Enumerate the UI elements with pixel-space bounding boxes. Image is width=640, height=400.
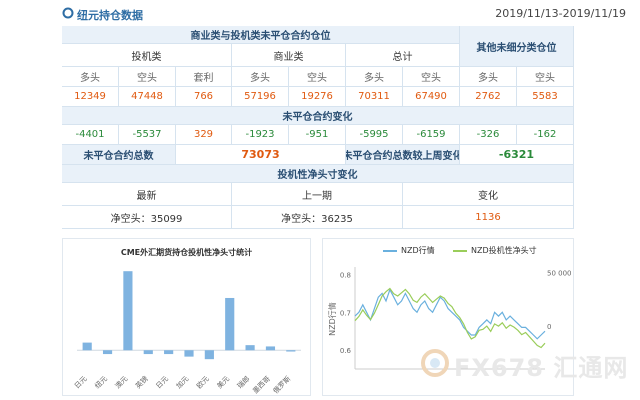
net-latest-value: 净空头：35099 (62, 206, 232, 229)
y-axis-title: NZD行情 (327, 302, 337, 336)
y-right-tick: 50 000 (547, 269, 572, 277)
col-label: 套利 (176, 67, 232, 87)
change-cell: -162 (517, 125, 574, 145)
bar-chart: 日元 纽元 澳元 英镑 日元 加元 欧元 美元 瑞郎 墨西哥 俄罗斯 (73, 271, 301, 396)
col-label: 多头 (232, 67, 289, 87)
col-label: 多头 (460, 67, 517, 87)
change-cell: -5995 (346, 125, 403, 145)
watermark-logo-icon (421, 349, 449, 377)
x-tick-label: 纽元 (93, 374, 109, 390)
bar (143, 350, 153, 355)
value-cell: 2762 (460, 87, 517, 107)
page-title: 纽元持仓数据 (77, 9, 143, 22)
x-tick-label: 英镑 (133, 374, 149, 390)
value-cell: 19276 (289, 87, 346, 107)
x-tick-label: 日元 (154, 375, 170, 391)
value-cell: 70311 (346, 87, 403, 107)
x-tick-label: 俄罗斯 (271, 374, 292, 395)
net-col-change: 变化 (403, 183, 574, 206)
y-right-tick: 0 (547, 323, 551, 331)
bar-chart-panel: CME外汇期货持仓投机性净头寸统计 日元 纽元 澳元 英镑 日元 加元 欧元 美元 瑞郎 墨西哥俄… (62, 238, 311, 396)
watermark-text: FX678 汇通网 (454, 354, 629, 382)
bar (102, 350, 113, 355)
section-title-other: 其他未细分类仓位 (460, 26, 574, 67)
group-speculative: 投机类 (62, 44, 232, 67)
x-tick-label: 日元 (73, 375, 89, 391)
y-left-tick: 0.8 (340, 272, 351, 280)
watermark: FX678 汇通网 (420, 344, 630, 384)
value-cell: 12349 (62, 87, 119, 107)
weekly-change-label: 未平仓合约总数较上周变化 (346, 145, 460, 165)
value-cell: 5583 (517, 87, 574, 107)
net-position-title: 投机性净头寸变化 (62, 165, 574, 183)
value-cell: 47448 (119, 87, 176, 107)
bar (184, 350, 194, 357)
col-label: 空头 (403, 67, 460, 87)
weekly-change-value: -6321 (460, 145, 574, 165)
col-label: 多头 (346, 67, 403, 87)
change-cell: -326 (460, 125, 517, 145)
value-cell: 766 (176, 87, 232, 107)
date-range: 2019/11/13-2019/11/19 (495, 7, 626, 20)
col-label: 空头 (517, 67, 574, 87)
bar (225, 297, 235, 351)
x-tick-label: 墨西哥 (251, 375, 272, 396)
x-tick-label: 加元 (174, 374, 190, 390)
section-title-nonreport: 商业类与投机类未平仓合约仓位 (62, 26, 460, 44)
col-label: 空头 (289, 67, 346, 87)
col-label: 空头 (119, 67, 176, 87)
bar (164, 350, 174, 355)
total-label: 未平仓合约总数 (62, 145, 176, 165)
group-total: 总计 (346, 44, 460, 67)
change-cell: -5537 (119, 125, 176, 145)
x-tick-label: 瑞郎 (235, 374, 251, 390)
x-tick-label: 澳元 (113, 374, 129, 390)
change-cell: 329 (176, 125, 232, 145)
bar (286, 350, 296, 352)
value-cell: 57196 (232, 87, 289, 107)
change-cell: -951 (289, 125, 346, 145)
x-tick-label: 美元 (215, 374, 231, 390)
circle-icon (62, 7, 74, 19)
y-left-tick: 0.6 (340, 347, 352, 355)
value-cell: 67490 (403, 87, 460, 107)
series-line-nzd-price (354, 288, 546, 340)
col-label: 多头 (62, 67, 119, 87)
net-change-value: 1136 (403, 206, 574, 229)
group-commercial: 商业类 (232, 44, 346, 67)
net-col-latest: 最新 (62, 183, 232, 206)
bar (245, 345, 255, 351)
page-header: 纽元持仓数据 2019/11/13-2019/11/19 (0, 0, 640, 26)
bar (204, 350, 214, 360)
bar (82, 342, 92, 351)
x-tick-label: 欧元 (195, 374, 211, 390)
net-col-previous: 上一期 (232, 183, 403, 206)
net-previous-value: 净空头：36235 (232, 206, 403, 229)
bar (123, 271, 133, 351)
y-left-tick: 0.7 (340, 309, 351, 317)
change-title: 未平仓合约变化 (62, 107, 574, 125)
change-cell: -1923 (232, 125, 289, 145)
bar (265, 346, 276, 351)
total-value: 73073 (176, 145, 346, 165)
change-cell: -4401 (62, 125, 119, 145)
change-cell: -6159 (403, 125, 460, 145)
position-table: 商业类与投机类未平仓合约仓位 其他未细分类仓位 投机类 商业类 总计 多头 空头… (62, 26, 574, 229)
